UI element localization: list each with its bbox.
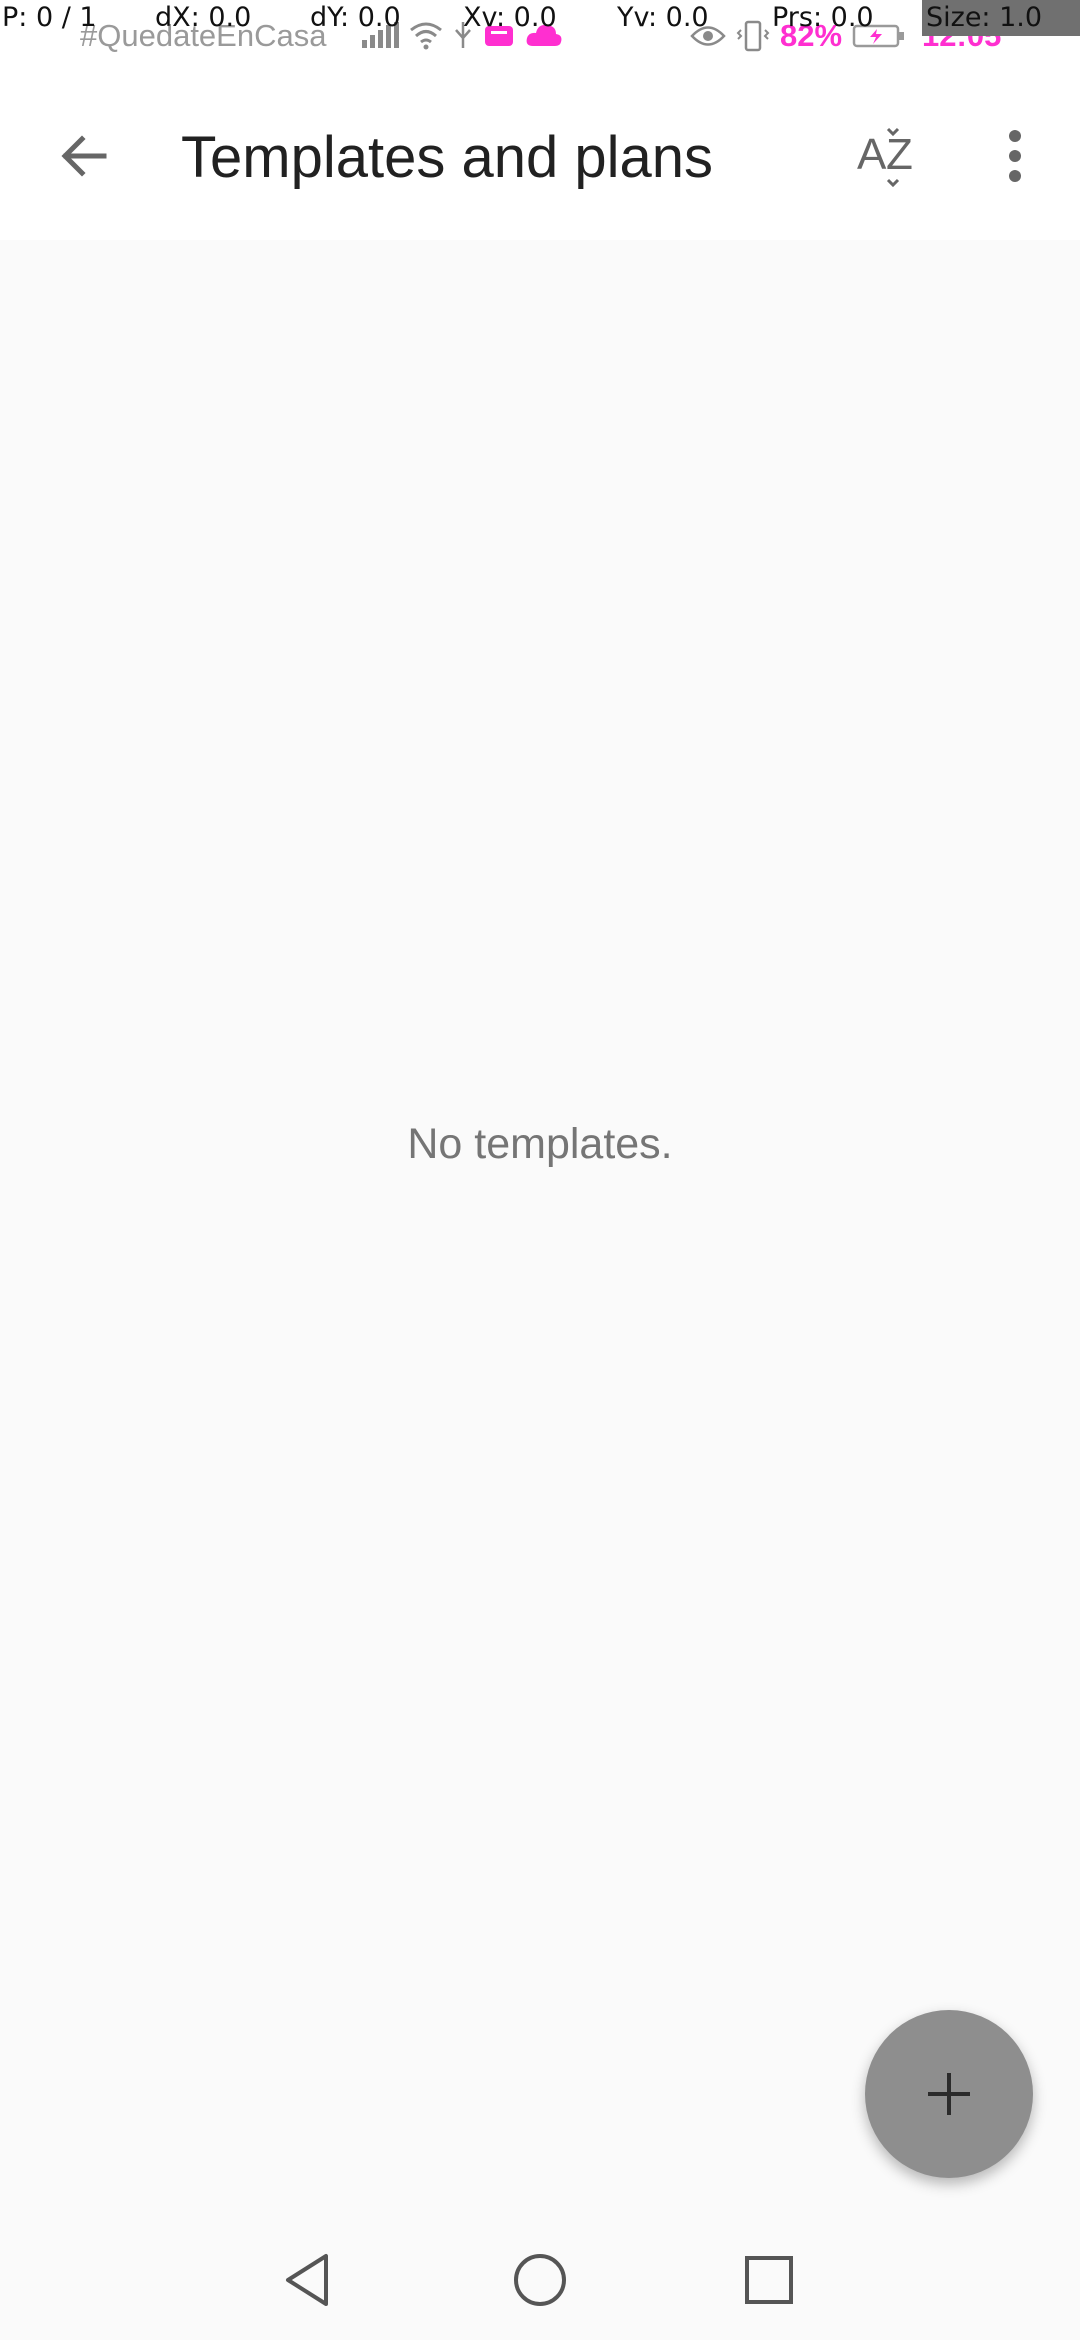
nav-back-button[interactable]	[268, 2240, 348, 2320]
app-bar: Templates and plans A Z	[0, 72, 1080, 240]
recents-square-icon	[745, 2256, 793, 2304]
navigation-bar	[0, 2220, 1080, 2340]
page-title: Templates and plans	[181, 125, 713, 190]
debug-size: Size: 1.0	[926, 2, 1043, 33]
debug-xv: Xv: 0.0	[463, 2, 557, 33]
nav-recents-button[interactable]	[729, 2240, 809, 2320]
debug-dy: dY: 0.0	[310, 2, 401, 33]
back-button[interactable]	[44, 116, 124, 196]
empty-state-message: No templates.	[407, 1120, 673, 1168]
home-circle-icon	[514, 2254, 566, 2306]
nav-home-button[interactable]	[500, 2240, 580, 2320]
sort-button[interactable]: A Z	[848, 116, 928, 196]
more-vert-icon	[1009, 130, 1021, 182]
debug-pointer-count: P: 0 / 1	[2, 2, 97, 33]
sort-az-icon: A Z	[857, 127, 913, 187]
pointer-debug-overlay: P: 0 / 1 dX: 0.0 dY: 0.0 Xv: 0.0 Yv: 0.0…	[0, 0, 1080, 36]
back-triangle-icon	[286, 2254, 328, 2306]
arrow-back-icon	[61, 135, 107, 177]
add-template-button[interactable]	[865, 2010, 1033, 2178]
templates-list: No templates.	[0, 240, 1080, 2220]
plus-icon	[928, 2073, 970, 2115]
more-options-button[interactable]	[975, 116, 1055, 196]
debug-prs: Prs: 0.0	[772, 2, 874, 33]
svg-text:Z: Z	[886, 130, 913, 179]
debug-dx: dX: 0.0	[155, 2, 252, 33]
screen: #QuedateEnCasa 82% P: 0 / 1 dX: 0.0 dY: …	[0, 0, 1080, 2340]
debug-yv: Yv: 0.0	[617, 2, 709, 33]
svg-text:A: A	[857, 130, 887, 179]
